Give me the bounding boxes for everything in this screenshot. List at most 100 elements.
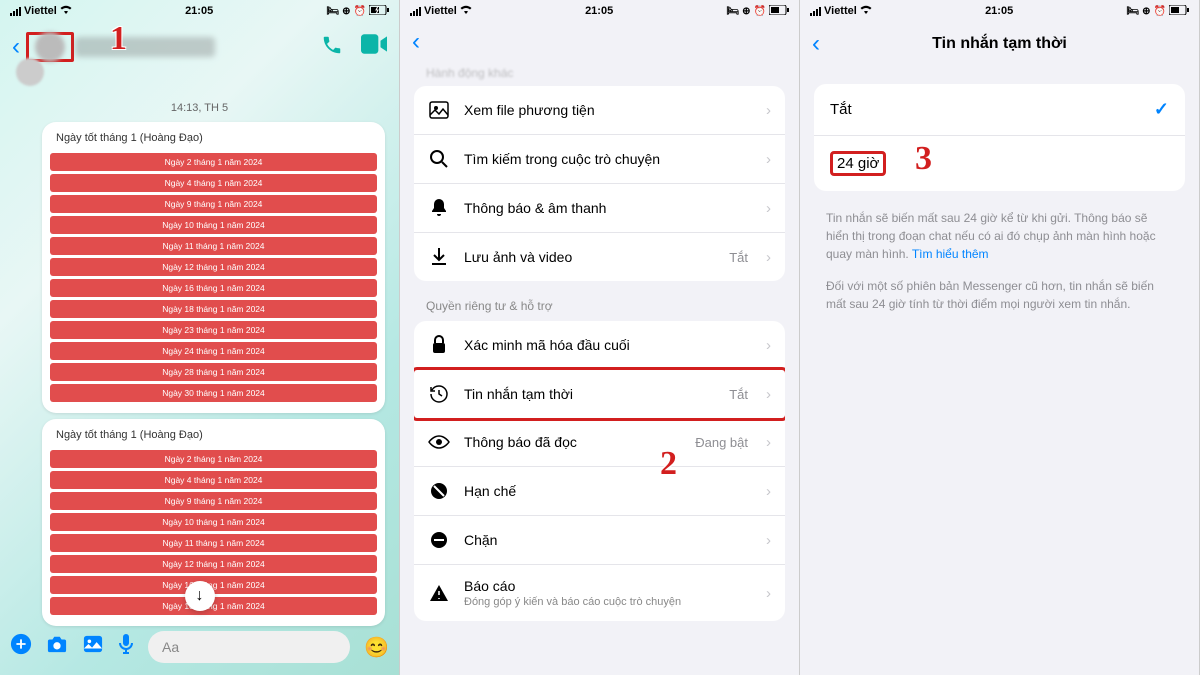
- privacy-group: Xác minh mã hóa đầu cuối › Tin nhắn tạm …: [414, 321, 785, 621]
- option-24h[interactable]: 24 giờ: [814, 136, 1185, 191]
- learn-more-link[interactable]: Tìm hiểu thêm: [912, 247, 989, 261]
- item-label: Xác minh mã hóa đầu cuối: [464, 337, 748, 353]
- report-item[interactable]: Báo cáo Đóng góp ý kiến và báo cáo cuộc …: [414, 565, 785, 621]
- duration-options: Tắt ✓ 24 giờ: [814, 84, 1185, 191]
- date-pill: Ngày 23 tháng 1 năm 2024: [50, 321, 377, 339]
- search-icon: [428, 148, 450, 170]
- item-label: Lưu ảnh và video: [464, 249, 715, 265]
- date-pill: Ngày 10 tháng 1 năm 2024: [50, 216, 377, 234]
- date-pill: Ngày 12 tháng 1 năm 2024: [50, 555, 377, 573]
- warning-icon: [428, 582, 450, 604]
- item-label: Tin nhắn tạm thời: [464, 386, 715, 402]
- item-label: Tìm kiếm trong cuộc trò chuyện: [464, 151, 748, 167]
- back-button[interactable]: ‹: [812, 30, 820, 58]
- date-pill: Ngày 11 tháng 1 năm 2024: [50, 237, 377, 255]
- option-off[interactable]: Tắt ✓: [814, 84, 1185, 136]
- message-input[interactable]: Aa: [148, 631, 350, 663]
- date-pill: Ngày 12 tháng 1 năm 2024: [50, 258, 377, 276]
- avatar-image: [35, 32, 65, 62]
- date-pill: Ngày 18 tháng 1 năm 2024: [50, 300, 377, 318]
- bed-icon: 🛏: [326, 6, 339, 17]
- chevron-icon: ›: [766, 200, 771, 217]
- status-bar: Viettel 21:05 🛏 ⊕ ⏰: [0, 0, 399, 22]
- description-text: Đối với một số phiên bản Messenger cũ hơ…: [800, 273, 1199, 323]
- back-button[interactable]: ‹: [412, 28, 420, 56]
- wifi-icon: [460, 5, 472, 17]
- clock-label: 21:05: [185, 5, 213, 17]
- chat-screen: Viettel 21:05 🛏 ⊕ ⏰ ‹: [0, 0, 400, 675]
- restrict-item[interactable]: Hạn chế ›: [414, 467, 785, 516]
- message-card[interactable]: Ngày tốt tháng 1 (Hoàng Đạo) Ngày 2 thán…: [42, 122, 385, 413]
- card-title: Ngày tốt tháng 1 (Hoàng Đạo): [50, 130, 377, 150]
- notifications-item[interactable]: Thông báo & âm thanh ›: [414, 184, 785, 233]
- item-label: Thông báo & âm thanh: [464, 200, 748, 216]
- item-label: Chặn: [464, 532, 748, 548]
- status-bar: Viettel 21:05 🛏 ⊕ ⏰: [400, 0, 799, 22]
- date-pill: Ngày 4 tháng 1 năm 2024: [50, 174, 377, 192]
- wifi-icon: [860, 5, 872, 17]
- alarm-icon: ⊕: [1142, 6, 1150, 17]
- timestamp-label: 14:13, TH 5: [0, 102, 399, 114]
- settings-screen: Viettel 21:05 🛏 ⊕ ⏰ ‹ Hành động khác Xem…: [400, 0, 800, 675]
- chevron-icon: ›: [766, 102, 771, 119]
- read-receipts-item[interactable]: Thông báo đã đọc Đang bật ›: [414, 418, 785, 467]
- mic-button[interactable]: [118, 633, 134, 661]
- date-pill: Ngày 9 tháng 1 năm 2024: [50, 492, 377, 510]
- disappearing-messages-item[interactable]: Tin nhắn tạm thời Tắt ›: [414, 367, 785, 421]
- date-pill: Ngày 10 tháng 1 năm 2024: [50, 513, 377, 531]
- option-label: Tắt: [830, 101, 852, 118]
- clock-icon: ⏰: [1154, 6, 1166, 17]
- contact-name[interactable]: [75, 37, 215, 57]
- date-pill: Ngày 24 tháng 1 năm 2024: [50, 342, 377, 360]
- bed-icon: 🛏: [1126, 6, 1139, 17]
- date-pill: Ngày 28 tháng 1 năm 2024: [50, 363, 377, 381]
- plus-button[interactable]: [10, 633, 32, 661]
- date-pill: Ngày 2 tháng 1 năm 2024: [50, 450, 377, 468]
- emoji-button[interactable]: 😊: [364, 635, 389, 660]
- date-pill: Ngày 2 tháng 1 năm 2024: [50, 153, 377, 171]
- block-icon: [428, 529, 450, 551]
- media-files-item[interactable]: Xem file phương tiện ›: [414, 86, 785, 135]
- clock-label: 21:05: [585, 5, 613, 17]
- verify-encryption-item[interactable]: Xác minh mã hóa đầu cuối ›: [414, 321, 785, 370]
- history-icon: [428, 383, 450, 405]
- bed-icon: 🛏: [726, 6, 739, 17]
- disappearing-messages-screen: Viettel 21:05 🛏 ⊕ ⏰ ‹ Tin nhắn tạm thời …: [800, 0, 1200, 675]
- step-1-marker: 1: [110, 20, 127, 58]
- carrier-label: Viettel: [424, 5, 457, 17]
- scroll-down-button[interactable]: ↓: [185, 581, 215, 611]
- chevron-icon: ›: [766, 151, 771, 168]
- clock-icon: ⏰: [354, 6, 366, 17]
- back-button[interactable]: ‹: [12, 33, 20, 61]
- wifi-icon: [60, 5, 72, 17]
- actions-group: Xem file phương tiện › Tìm kiếm trong cu…: [414, 86, 785, 281]
- video-button[interactable]: [361, 34, 387, 61]
- save-media-item[interactable]: Lưu ảnh và video Tắt ›: [414, 233, 785, 281]
- item-value: Đang bật: [695, 435, 748, 450]
- chevron-icon: ›: [766, 386, 771, 403]
- date-pill: Ngày 16 tháng 1 năm 2024: [50, 279, 377, 297]
- date-pill: Ngày 4 tháng 1 năm 2024: [50, 471, 377, 489]
- status-bar: Viettel 21:05 🛏 ⊕ ⏰: [800, 0, 1199, 22]
- camera-button[interactable]: [46, 634, 68, 660]
- battery-icon: [1169, 5, 1189, 18]
- item-label: Hạn chế: [464, 483, 748, 499]
- section-header: Quyền riêng tư & hỗ trợ: [400, 299, 799, 321]
- chevron-icon: ›: [766, 337, 771, 354]
- date-pill: Ngày 9 tháng 1 năm 2024: [50, 195, 377, 213]
- chevron-icon: ›: [766, 483, 771, 500]
- chevron-icon: ›: [766, 434, 771, 451]
- item-label: Thông báo đã đọc: [464, 434, 681, 450]
- call-button[interactable]: [321, 34, 343, 61]
- gallery-button[interactable]: [82, 634, 104, 660]
- battery-icon: [369, 5, 389, 18]
- card-title: Ngày tốt tháng 1 (Hoàng Đạo): [50, 427, 377, 447]
- date-pill: Ngày 30 tháng 1 năm 2024: [50, 384, 377, 402]
- search-chat-item[interactable]: Tìm kiếm trong cuộc trò chuyện ›: [414, 135, 785, 184]
- checkmark-icon: ✓: [1154, 99, 1169, 120]
- bell-icon: [428, 197, 450, 219]
- signal-icon: [410, 7, 421, 16]
- chevron-icon: ›: [766, 532, 771, 549]
- page-title: Tin nhắn tạm thời: [932, 35, 1067, 53]
- block-item[interactable]: Chặn ›: [414, 516, 785, 565]
